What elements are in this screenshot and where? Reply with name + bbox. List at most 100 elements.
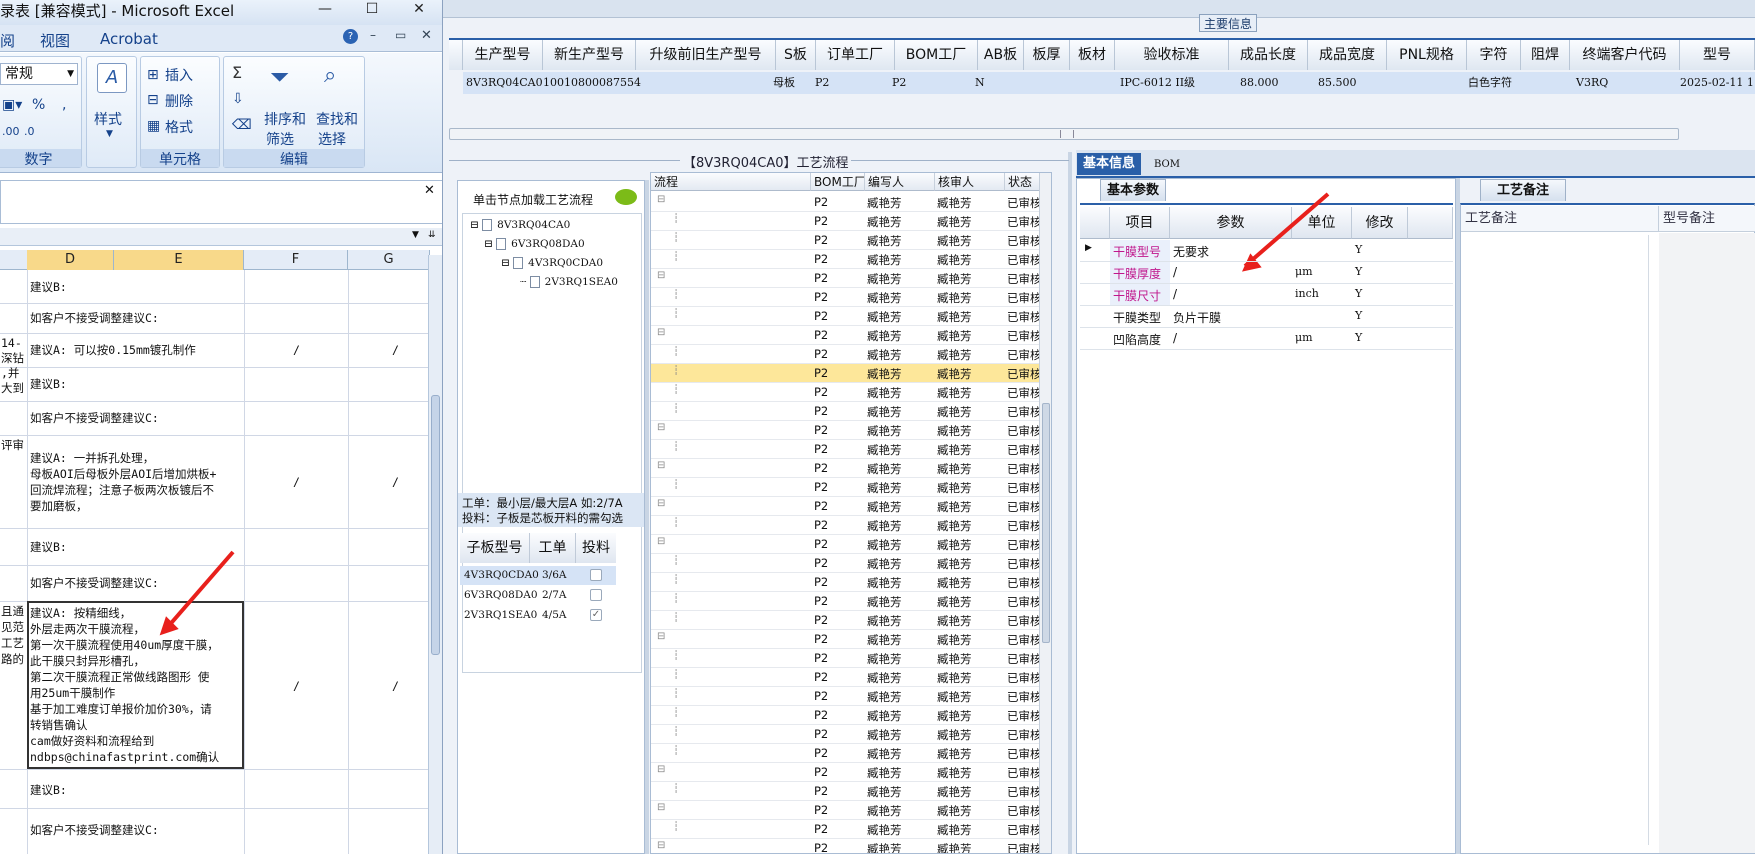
- col-sub-feed[interactable]: 投料: [576, 533, 616, 563]
- param-row[interactable]: ▶ 干膜型号 无要求 Y: [1080, 240, 1453, 262]
- tree-node[interactable]: ┈ 2V3RQ1SEA0: [520, 276, 618, 288]
- col-new-production-model[interactable]: 新生产型号: [543, 40, 636, 70]
- tab-review[interactable]: 阅: [0, 30, 15, 51]
- tree-toggle[interactable]: ┆: [673, 365, 679, 376]
- autosum-button[interactable]: Σ: [232, 63, 242, 82]
- process-row[interactable]: ┆外层AOI2P2臧艳芳臧艳芳已审核: [651, 782, 1051, 801]
- process-row[interactable]: ┆贴膜1P2臧艳芳臧艳芳已审核: [651, 573, 1051, 592]
- tree-toggle[interactable]: ⊟: [657, 498, 665, 509]
- currency-icon[interactable]: ▣▾: [2, 97, 22, 113]
- tree-toggle[interactable]: ┆: [673, 669, 679, 680]
- tree-toggle[interactable]: ┆: [673, 289, 679, 300]
- param-row[interactable]: 干膜类型 负片干膜 Y: [1080, 306, 1453, 328]
- sort-filter-icon[interactable]: ⏷: [270, 63, 289, 91]
- styles-button[interactable]: 样式: [94, 109, 122, 129]
- process-row[interactable]: ┆曝光2P2臧艳芳臧艳芳已审核: [651, 383, 1051, 402]
- tree-toggle[interactable]: ┆: [673, 384, 679, 395]
- tab-view[interactable]: 视图: [40, 30, 70, 51]
- process-row[interactable]: ┆退膜P2臧艳芳臧艳芳已审核: [651, 478, 1051, 497]
- tree-toggle[interactable]: ┆: [673, 479, 679, 490]
- process-row[interactable]: ┆外层前处理2P2臧艳芳臧艳芳已审核: [651, 345, 1051, 364]
- styles-icon[interactable]: A: [97, 63, 127, 93]
- scroll-thumb[interactable]: [431, 395, 440, 655]
- process-row[interactable]: ┆烘板2P2臧艳芳臧艳芳已审核: [651, 820, 1051, 839]
- process-row[interactable]: ┆板镀1P2臧艳芳臧艳芳已审核: [651, 288, 1051, 307]
- tree-toggle[interactable]: ┆: [673, 650, 679, 661]
- col-unit[interactable]: 单位: [1292, 207, 1352, 239]
- process-row[interactable]: ┆酸性蚀刻P2臧艳芳臧艳芳已审核: [651, 725, 1051, 744]
- format-button[interactable]: 格式: [165, 117, 193, 137]
- col-bom-factory[interactable]: BOM工厂: [895, 40, 978, 70]
- ribbon-restore-icon[interactable]: ▭: [395, 28, 406, 42]
- feed-checkbox[interactable]: [590, 569, 602, 581]
- process-row[interactable]: ┆通盲合镀1P2臧艳芳臧艳芳已审核: [651, 307, 1051, 326]
- process-row[interactable]: ┆外层前处理P2臧艳芳臧艳芳已审核: [651, 649, 1051, 668]
- col-production-model[interactable]: 生产型号: [463, 40, 543, 70]
- tree-toggle[interactable]: ⊟: [657, 460, 665, 471]
- col-model-note[interactable]: 型号备注: [1659, 206, 1755, 232]
- tree-toggle[interactable]: ┆: [673, 707, 679, 718]
- col-sub-model[interactable]: 子板型号: [460, 533, 530, 563]
- tree-toggle[interactable]: ┆: [673, 346, 679, 357]
- tree-toggle[interactable]: ┆: [673, 251, 679, 262]
- tree-node[interactable]: ⊟ 8V3RQ04CA0: [470, 219, 570, 231]
- col-material[interactable]: 板材: [1070, 40, 1115, 70]
- process-row[interactable]: ┆显影2P2臧艳芳臧艳芳已审核: [651, 402, 1051, 421]
- process-row[interactable]: ┆减薄铜P2臧艳芳臧艳芳已审核: [651, 440, 1051, 459]
- col-process-note[interactable]: 工艺备注: [1461, 206, 1659, 232]
- tree-toggle[interactable]: ┆: [673, 213, 679, 224]
- splitter[interactable]: [1068, 152, 1072, 854]
- formula-bar[interactable]: [0, 180, 442, 224]
- delete-button[interactable]: 删除: [165, 91, 193, 111]
- tree-toggle[interactable]: ⊟: [657, 536, 665, 547]
- tree-toggle[interactable]: ⊟: [657, 802, 665, 813]
- col-thickness[interactable]: 板厚: [1024, 40, 1070, 70]
- tree-toggle[interactable]: ┆: [673, 593, 679, 604]
- increase-decimal-icon[interactable]: .00: [2, 125, 20, 138]
- tree-toggle[interactable]: ⊟: [657, 840, 665, 851]
- process-row[interactable]: ⊟AOI2P2臧艳芳臧艳芳已审核: [651, 763, 1051, 782]
- tree-toggle[interactable]: ⊟: [657, 327, 665, 338]
- tree-toggle[interactable]: ┆: [673, 555, 679, 566]
- process-row[interactable]: ┆贴膜2P2臧艳芳臧艳芳已审核: [651, 364, 1051, 383]
- process-row[interactable]: ⊟减薄铜P2臧艳芳臧艳芳已审核: [651, 421, 1051, 440]
- col-solder-mask[interactable]: 阻焊: [1521, 40, 1570, 70]
- scroll-thumb[interactable]: [1042, 403, 1050, 643]
- col-writer[interactable]: 编写人: [865, 173, 935, 191]
- col-status[interactable]: 状态: [1005, 173, 1041, 191]
- maximize-icon[interactable]: ☐: [357, 0, 387, 20]
- process-row[interactable]: ┆显影1P2臧艳芳臧艳芳已审核: [651, 611, 1051, 630]
- feed-checkbox-checked[interactable]: ✓: [590, 609, 602, 621]
- column-e[interactable]: E: [114, 250, 244, 270]
- feed-checkbox[interactable]: [590, 589, 602, 601]
- col-ab-board[interactable]: AB板: [978, 40, 1024, 70]
- col-length[interactable]: 成品长度: [1229, 40, 1308, 70]
- col-pnl-spec[interactable]: PNL规格: [1387, 40, 1467, 70]
- vertical-scrollbar[interactable]: [428, 255, 442, 854]
- tree-toggle[interactable]: ┆: [673, 517, 679, 528]
- binoculars-icon[interactable]: ⌕: [324, 63, 336, 88]
- col-reviewer[interactable]: 核审人: [935, 173, 1005, 191]
- find-select-label-1[interactable]: 查找和: [316, 109, 358, 129]
- close-icon[interactable]: ✕: [404, 0, 434, 20]
- process-row[interactable]: ⊟外层蚀刻P2臧艳芳臧艳芳已审核: [651, 459, 1051, 478]
- tree-toggle[interactable]: ┆: [673, 612, 679, 623]
- process-row[interactable]: ┆曝光P2臧艳芳臧艳芳已审核: [651, 687, 1051, 706]
- col-sub-order[interactable]: 工单: [530, 533, 576, 563]
- process-row[interactable]: ⊟外层干膜1P2臧艳芳臧艳芳已审核: [651, 535, 1051, 554]
- tab-acrobat[interactable]: Acrobat: [100, 30, 158, 48]
- process-row[interactable]: ┆去毛刺2P2臧艳芳臧艳芳已审核: [651, 212, 1051, 231]
- tree-toggle[interactable]: ⊟: [657, 270, 665, 281]
- process-row[interactable]: ⊟电镀1P2臧艳芳臧艳芳已审核: [651, 269, 1051, 288]
- tab-basic-params[interactable]: 基本参数: [1100, 179, 1167, 201]
- process-row[interactable]: ┆贴膜P2臧艳芳臧艳芳已审核: [651, 668, 1051, 687]
- process-row[interactable]: ⊟陶瓷磨板P2臧艳芳臧艳芳已审核: [651, 497, 1051, 516]
- col-width[interactable]: 成品宽度: [1308, 40, 1387, 70]
- col-silkscreen[interactable]: 字符: [1467, 40, 1521, 70]
- tab-process-notes[interactable]: 工艺备注: [1480, 179, 1567, 201]
- process-row[interactable]: ⊟外层干膜2P2臧艳芳臧艳芳已审核: [651, 326, 1051, 345]
- tab-basic-info[interactable]: 基本信息: [1077, 153, 1142, 175]
- find-select-label-2[interactable]: 选择: [318, 129, 346, 149]
- tree-toggle[interactable]: ┆: [673, 821, 679, 832]
- model-note-area[interactable]: [1659, 233, 1755, 853]
